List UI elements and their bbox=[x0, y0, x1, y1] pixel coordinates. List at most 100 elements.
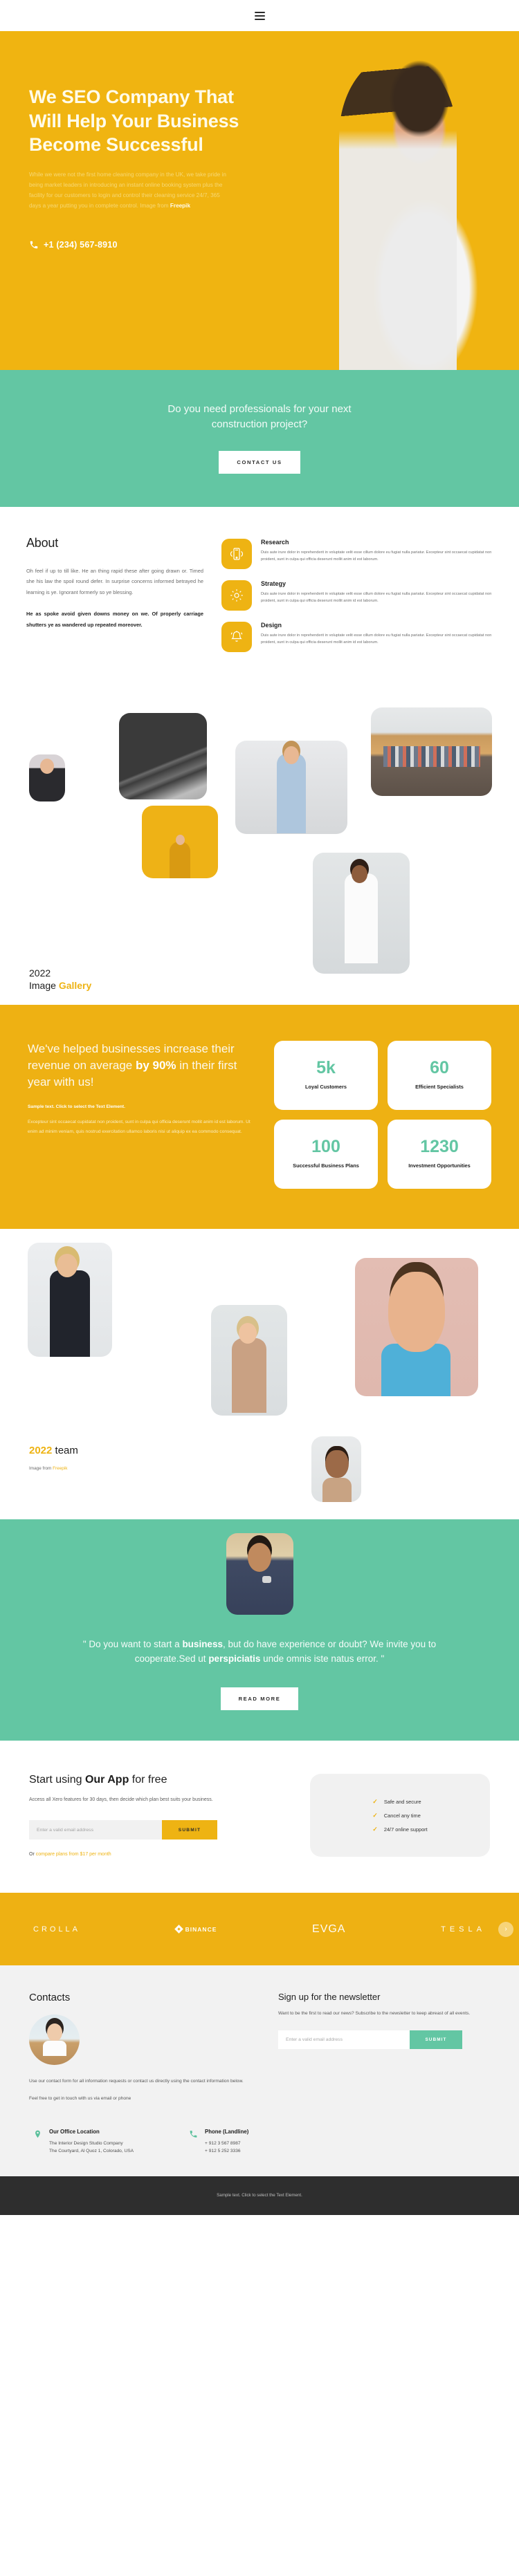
trial-compare-plans: Or compare plans from $17 per month bbox=[29, 1852, 292, 1857]
statistics-cards: 5k Loyal Customers 60 Efficient Speciali… bbox=[274, 1040, 491, 1189]
trial-heading: Start using Our App for free bbox=[29, 1774, 292, 1786]
newsletter-email-input[interactable] bbox=[278, 2030, 410, 2050]
gallery-title: Image Gallery bbox=[29, 980, 91, 991]
gallery-image[interactable] bbox=[235, 740, 347, 834]
gallery-caption: 2022 Image Gallery bbox=[29, 967, 91, 992]
hero-image-credit-link[interactable]: Freepik bbox=[170, 203, 190, 209]
stat-value: 100 bbox=[311, 1136, 340, 1156]
about-paragraph-bold: He as spoke avoid given downs money on w… bbox=[26, 611, 203, 628]
statistics-heading: We've helped businesses increase their r… bbox=[28, 1041, 256, 1091]
feature-text: Duis aute irure dolor in reprehenderit i… bbox=[261, 633, 492, 645]
trial-heading-pre: Start using bbox=[29, 1774, 85, 1786]
gallery-year: 2022 bbox=[29, 967, 51, 979]
contacts-column: Contacts Use our contact form for all in… bbox=[29, 1992, 257, 2104]
about-text-column: About Oh feel if up to till like. He an … bbox=[26, 536, 203, 652]
hamburger-menu-icon[interactable] bbox=[252, 8, 267, 24]
phone-title: Phone (Landline) bbox=[205, 2128, 249, 2135]
landing-page: We SEO Company That Will Help Your Busin… bbox=[0, 0, 519, 2215]
perk-item: ✓ Safe and secure bbox=[372, 1798, 427, 1805]
testimonial-avatar bbox=[226, 1532, 293, 1615]
testimonial-section: " Do you want to start a business, but d… bbox=[0, 1519, 519, 1741]
compare-plans-link[interactable]: compare plans from $17 per month bbox=[36, 1852, 111, 1857]
footer-section: Contacts Use our contact form for all in… bbox=[0, 1965, 519, 2176]
copyright-text: Sample text. Click to select the Text El… bbox=[217, 2193, 302, 2198]
stat-value: 5k bbox=[316, 1057, 336, 1077]
read-more-button[interactable]: READ MORE bbox=[220, 1687, 299, 1711]
statistics-sample-text: Sample text. Click to select the Text El… bbox=[28, 1104, 125, 1109]
perk-label: Cancel any time bbox=[383, 1812, 421, 1819]
office-line-1: The Interior Design Studio Company bbox=[49, 2140, 123, 2146]
newsletter-submit-button[interactable]: SUBMIT bbox=[410, 2030, 462, 2050]
team-title: 2022 team bbox=[29, 1445, 78, 1456]
perk-label: 24/7 online support bbox=[383, 1826, 428, 1833]
about-title: About bbox=[26, 535, 59, 550]
brand-label: TESLA bbox=[441, 1925, 486, 1934]
brand-label: EVGA bbox=[312, 1922, 346, 1935]
copyright-bar: Sample text. Click to select the Text El… bbox=[0, 2176, 519, 2215]
statistics-section: We've helped businesses increase their r… bbox=[0, 1004, 519, 1229]
contacts-paragraph-1: Use our contact form for all information… bbox=[29, 2079, 244, 2084]
stat-label: Successful Business Plans bbox=[293, 1162, 359, 1169]
contacts-title: Contacts bbox=[29, 1992, 71, 2004]
trial-submit-button[interactable]: SUBMIT bbox=[162, 1820, 217, 1840]
gallery-image[interactable] bbox=[371, 707, 492, 796]
stat-label: Efficient Specialists bbox=[415, 1083, 464, 1090]
testimonial-text: " Do you want to start a business, but d… bbox=[68, 1637, 452, 1667]
perk-label: Safe and secure bbox=[383, 1798, 421, 1805]
statistics-text-column: We've helped businesses increase their r… bbox=[28, 1041, 256, 1189]
gallery-title-plain: Image bbox=[29, 979, 59, 991]
chevron-right-icon[interactable]: › bbox=[498, 1921, 513, 1937]
brand-logo-tesla[interactable]: TESLA bbox=[441, 1925, 486, 1934]
brand-logo-evga[interactable]: EVGA bbox=[312, 1923, 345, 1936]
trial-subtitle: Access all Xero features for 30 days, th… bbox=[29, 1797, 213, 1803]
contact-us-button[interactable]: CONTACT US bbox=[219, 450, 300, 474]
stat-card: 5k Loyal Customers bbox=[274, 1040, 378, 1110]
feature-design[interactable]: Design Duis aute irure dolor in reprehen… bbox=[221, 621, 493, 652]
stat-card: 60 Efficient Specialists bbox=[388, 1040, 491, 1110]
gallery-image[interactable] bbox=[29, 754, 65, 801]
brand-label: CROLLA bbox=[33, 1925, 81, 1934]
about-section: About Oh feel if up to till like. He an … bbox=[0, 506, 519, 680]
team-member-photo[interactable] bbox=[355, 1257, 478, 1396]
hero-paragraph: While we were not the first home cleanin… bbox=[29, 169, 226, 212]
brand-logo-crolla[interactable]: CROLLA bbox=[33, 1925, 80, 1934]
team-credit-prefix: Image from bbox=[29, 1465, 53, 1471]
feature-strategy[interactable]: Strategy Duis aute irure dolor in repreh… bbox=[221, 580, 493, 611]
image-gallery-section: 2022 Image Gallery bbox=[0, 679, 519, 1005]
feature-title: Design bbox=[261, 621, 282, 629]
perk-item: ✓ Cancel any time bbox=[372, 1811, 427, 1819]
phone-line-1: + 912 3 567 8987 bbox=[205, 2140, 241, 2146]
office-location-block: Our Office Location The Interior Design … bbox=[33, 2129, 134, 2156]
hero-phone[interactable]: +1 (234) 567-8910 bbox=[29, 240, 291, 250]
gear-icon bbox=[221, 580, 252, 611]
trial-form: SUBMIT bbox=[29, 1820, 292, 1840]
gallery-image[interactable] bbox=[142, 805, 218, 878]
team-credit-link[interactable]: Freepik bbox=[53, 1466, 67, 1471]
office-line-2: The Courtyard, Al Quoz 1, Colorado, USA bbox=[49, 2149, 134, 2154]
trial-email-input[interactable] bbox=[29, 1820, 162, 1840]
hero-phone-number: +1 (234) 567-8910 bbox=[44, 240, 118, 250]
gallery-image[interactable] bbox=[119, 712, 207, 799]
gallery-image[interactable] bbox=[313, 852, 410, 974]
trial-or-text: Or bbox=[29, 1852, 36, 1857]
check-icon: ✓ bbox=[372, 1825, 378, 1833]
feature-text: Duis aute irure dolor in reprehenderit i… bbox=[261, 591, 492, 604]
feature-research[interactable]: Research Duis aute irure dolor in repreh… bbox=[221, 538, 493, 569]
trial-form-column: Start using Our App for free Access all … bbox=[29, 1774, 292, 1857]
about-paragraph: Oh feel if up to till like. He an thing … bbox=[26, 567, 203, 595]
newsletter-column: Sign up for the newsletter Want to be th… bbox=[278, 1992, 490, 2104]
phone-icon bbox=[189, 2129, 198, 2156]
testimonial-highlight-1: business bbox=[182, 1638, 223, 1649]
feature-list: Research Duis aute irure dolor in repreh… bbox=[221, 536, 493, 652]
team-member-photo[interactable] bbox=[311, 1436, 361, 1502]
testimonial-text-3: unde omnis iste natus error. " bbox=[260, 1653, 385, 1665]
team-member-photo[interactable] bbox=[28, 1242, 112, 1357]
feature-title: Strategy bbox=[261, 580, 286, 587]
trial-perks-panel: ✓ Safe and secure ✓ Cancel any time ✓ 24/7 … bbox=[310, 1774, 490, 1857]
perk-item: ✓ 24/7 online support bbox=[372, 1826, 427, 1833]
phone-icon bbox=[29, 240, 39, 250]
team-caption: 2022 team Image from Freepik bbox=[29, 1445, 78, 1471]
team-member-photo[interactable] bbox=[211, 1304, 287, 1416]
brand-logo-binance[interactable]: BINANCE bbox=[174, 1925, 217, 1934]
check-icon: ✓ bbox=[372, 1811, 378, 1819]
